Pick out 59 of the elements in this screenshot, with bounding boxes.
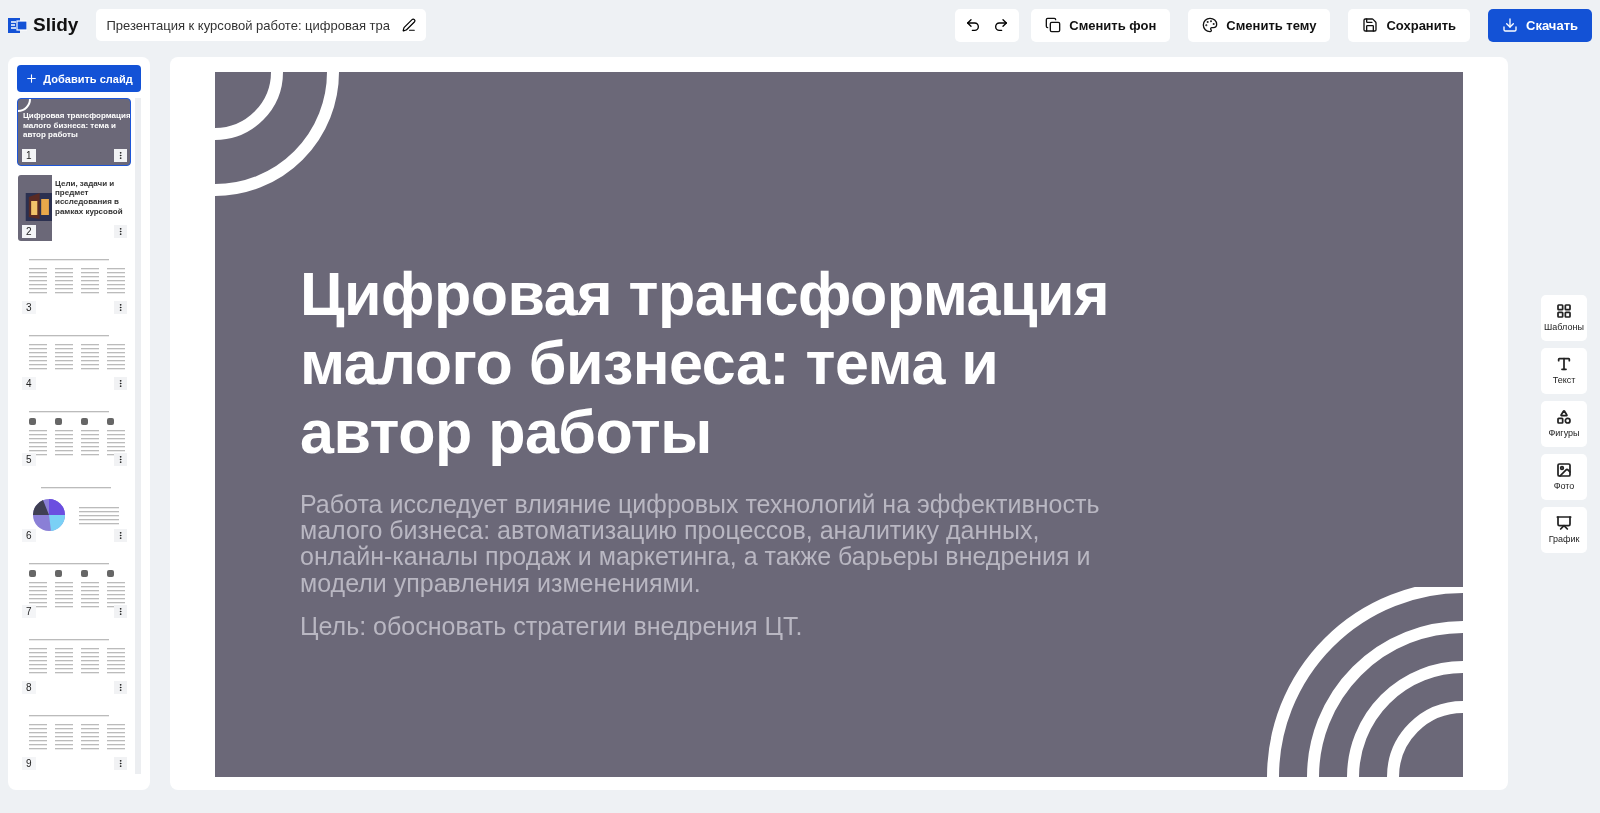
more-icon	[116, 151, 125, 160]
slide-number: 7	[22, 605, 36, 618]
slide-goal: Цель: обосновать стратегии внедрения ЦТ.	[300, 611, 804, 641]
tool-button[interactable]: График	[1541, 506, 1587, 553]
slide-number: 9	[22, 757, 36, 770]
add-slide-button[interactable]: Добавить слайд	[17, 65, 141, 92]
change-theme-button[interactable]: Сменить тему	[1188, 8, 1331, 42]
image-icon	[1556, 462, 1572, 478]
presentation-title-field[interactable]: Презентация к курсовой работе: цифровая тра	[96, 9, 427, 41]
chart-icon	[1556, 515, 1572, 531]
palette-icon	[1202, 17, 1219, 33]
slide-number: 2	[22, 225, 36, 238]
download-button[interactable]: Скачать	[1488, 8, 1592, 42]
app-name: Slidy	[33, 14, 79, 36]
more-button[interactable]	[114, 605, 127, 618]
shapes-icon	[1556, 409, 1572, 425]
more-button[interactable]	[114, 529, 127, 542]
more-icon	[116, 607, 125, 616]
slide-number: 6	[22, 529, 36, 542]
slide-number: 4	[22, 377, 36, 390]
slide-number: 5	[22, 453, 36, 466]
arc-icon	[18, 99, 32, 113]
logo-icon	[8, 15, 27, 35]
more-button[interactable]	[114, 453, 127, 466]
download-icon	[1502, 17, 1519, 33]
slide-description: Работа исследует влияние цифровых технологий на эффективность малого бизнеса: автоматизацию процессов, аналитику данных, онлайн-каналы продаж и маркетинга, а также барьеры внедрения и модели управления изменениями.	[300, 490, 1100, 596]
slide-number: 1	[22, 149, 36, 162]
more-icon	[116, 759, 125, 768]
tool-button[interactable]: Текст	[1541, 347, 1587, 394]
more-button[interactable]	[114, 301, 127, 314]
more-icon	[116, 227, 125, 236]
slide-thumbnail-title: Цели, задачи и предмет исследования в рамках курсовой	[55, 179, 124, 216]
more-icon	[116, 455, 125, 464]
slide-thumbnail[interactable]: Цифровая трансформация малого бизнеса: тема и автор работы 1	[17, 98, 131, 166]
plus-icon	[25, 72, 39, 85]
save-button[interactable]: Сохранить	[1348, 8, 1471, 42]
change-background-button[interactable]: Сменить фон	[1031, 8, 1171, 42]
redo-icon	[993, 17, 1010, 33]
text-icon	[1556, 356, 1572, 372]
tool-button[interactable]: Фигуры	[1541, 400, 1587, 447]
slide-number: 3	[22, 301, 36, 314]
more-button[interactable]	[114, 681, 127, 694]
layers-icon	[1045, 17, 1062, 33]
more-icon	[116, 683, 125, 692]
slide-number: 8	[22, 681, 36, 694]
more-button[interactable]	[114, 377, 127, 390]
tool-button[interactable]: Фото	[1541, 453, 1587, 500]
tool-button[interactable]: Шаблоны	[1541, 294, 1587, 341]
more-button[interactable]	[114, 149, 127, 162]
edit-icon	[402, 18, 417, 32]
slide-thumbnail-title: Цифровая трансформация малого бизнеса: тема и автор работы	[23, 111, 130, 140]
more-button[interactable]	[114, 757, 127, 770]
undo-icon	[965, 17, 982, 33]
slide-title: Цифровая трансформация малого бизнеса: тема и автор работы	[300, 260, 1111, 467]
more-button[interactable]	[114, 225, 127, 238]
grid-icon	[1556, 303, 1572, 319]
more-icon	[116, 531, 125, 540]
more-icon	[116, 379, 125, 388]
more-icon	[116, 303, 125, 312]
